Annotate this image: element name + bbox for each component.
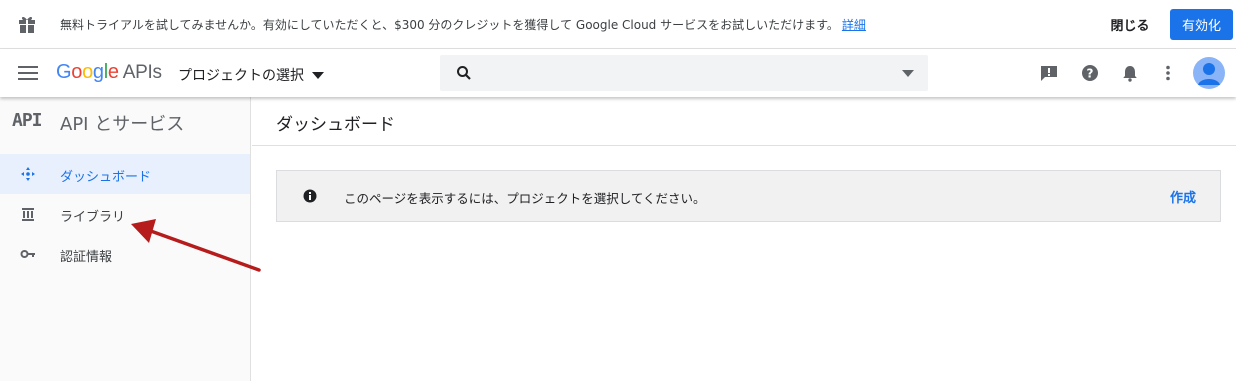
- sidebar-item-credentials[interactable]: 認証情報: [0, 234, 250, 274]
- info-icon: [303, 189, 317, 203]
- search-icon: [457, 66, 471, 80]
- key-icon: [20, 250, 35, 258]
- notice-text: このページを表示するには、プロジェクトを選択してください。: [344, 191, 706, 206]
- top-header: Google APIs プロジェクトの選択 ?: [0, 49, 1236, 97]
- trial-message: 無料トライアルを試してみませんか。有効にしていただくと、$300 分のクレジット…: [60, 16, 866, 33]
- divider: [252, 145, 1236, 146]
- sidebar-item-library[interactable]: ライブラリ: [0, 194, 250, 234]
- search-bar[interactable]: [440, 55, 928, 91]
- search-dropdown-icon[interactable]: [902, 70, 914, 77]
- sidebar-title: API とサービス: [60, 114, 185, 135]
- caret-down-icon: [312, 71, 324, 79]
- project-selector-label: プロジェクトの選択: [178, 68, 304, 84]
- feedback-icon[interactable]: [1039, 63, 1059, 83]
- sidebar: API API とサービス ダッシュボード ライブラリ 認証情報: [0, 97, 251, 381]
- activate-button[interactable]: 有効化: [1170, 9, 1233, 40]
- svg-text:?: ?: [1087, 67, 1094, 81]
- menu-icon[interactable]: [18, 66, 38, 80]
- logo-apis: APIs: [122, 62, 162, 83]
- sidebar-item-label: ダッシュボード: [60, 170, 152, 185]
- details-link[interactable]: 詳細: [842, 18, 866, 32]
- sidebar-item-dashboard[interactable]: ダッシュボード: [0, 154, 250, 194]
- project-selector[interactable]: プロジェクトの選択: [178, 65, 324, 85]
- gift-icon: [19, 16, 35, 33]
- create-project-button[interactable]: 作成: [1170, 187, 1196, 206]
- google-apis-logo[interactable]: Google APIs: [56, 61, 162, 84]
- avatar[interactable]: [1193, 57, 1225, 89]
- sidebar-item-label: 認証情報: [60, 250, 113, 265]
- page-title: ダッシュボード: [276, 115, 395, 135]
- dashboard-icon: [21, 167, 35, 181]
- select-project-notice: このページを表示するには、プロジェクトを選択してください。 作成: [276, 170, 1221, 222]
- logo-google: Google: [56, 61, 119, 83]
- close-banner-button[interactable]: 閉じる: [1100, 10, 1160, 38]
- account-icon: [1198, 63, 1220, 85]
- more-options-icon[interactable]: [1158, 63, 1178, 83]
- sidebar-header: API API とサービス: [0, 97, 250, 145]
- library-icon: [22, 208, 34, 221]
- trial-message-text: 無料トライアルを試してみませんか。有効にしていただくと、$300 分のクレジット…: [60, 18, 839, 32]
- sidebar-item-label: ライブラリ: [60, 210, 126, 225]
- help-icon[interactable]: ?: [1080, 63, 1100, 83]
- trial-banner: 無料トライアルを試してみませんか。有効にしていただくと、$300 分のクレジット…: [0, 0, 1236, 49]
- notifications-icon[interactable]: [1120, 63, 1140, 83]
- api-badge: API: [12, 110, 42, 131]
